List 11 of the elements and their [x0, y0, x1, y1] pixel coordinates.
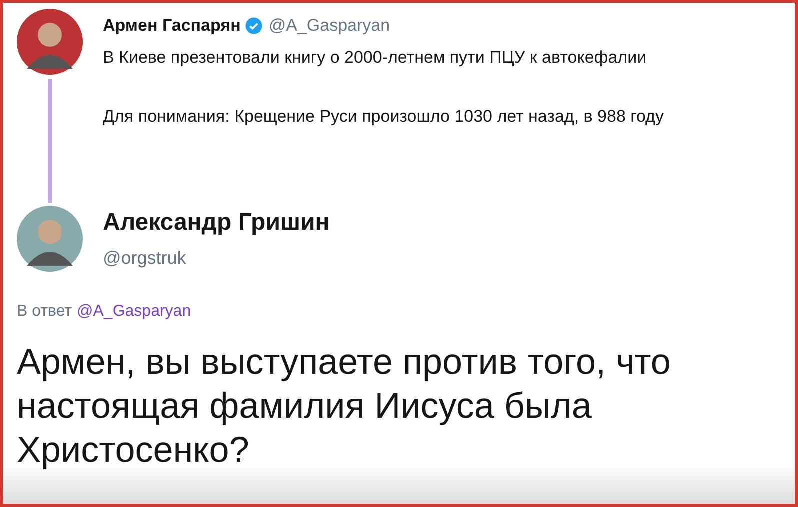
- tweet-text: Для понимания: Крещение Руси произошло 1030 лет назад, в 988 году: [103, 106, 664, 128]
- tweet-text: В Киеве презентовали книгу о 2000-летнем пути ПЦУ к автокефалии: [103, 46, 648, 68]
- author-handle[interactable]: @A_Gasparyan: [268, 13, 390, 38]
- reply-to-link[interactable]: @A_Gasparyan: [77, 300, 192, 324]
- author-handle[interactable]: @orgstruk: [103, 245, 330, 272]
- avatar[interactable]: [17, 206, 83, 272]
- reply-label: В ответ: [17, 302, 72, 322]
- avatar[interactable]: [17, 9, 83, 75]
- reply-text: Армен, вы выступаете против того, что настоящая фамилия Иисуса была Христосенко?: [16, 340, 672, 472]
- author-name[interactable]: Армен Гаспарян: [103, 13, 241, 38]
- author-name[interactable]: Александр Гришин: [103, 205, 330, 241]
